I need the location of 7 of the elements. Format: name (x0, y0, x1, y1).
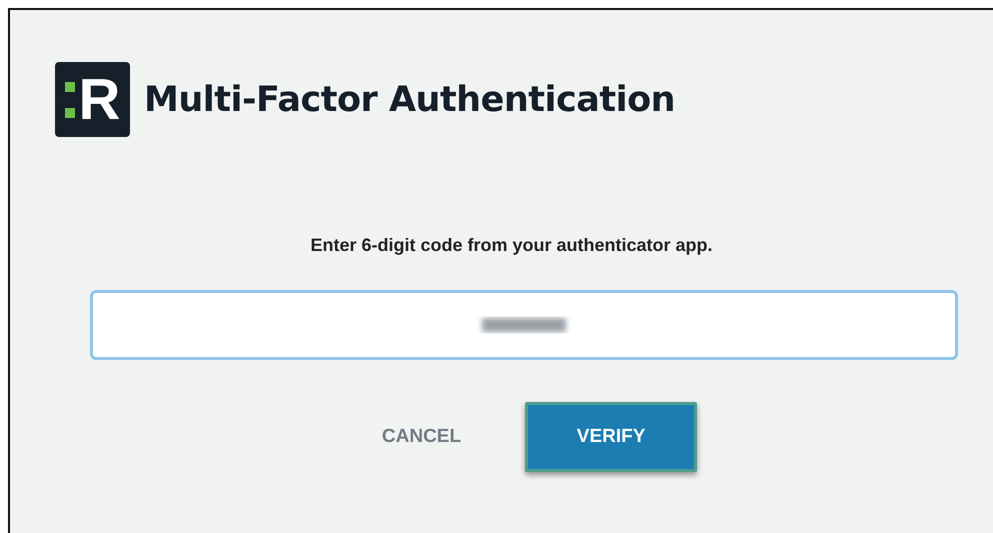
dots-icon (64, 80, 75, 120)
logo-letter: R (78, 70, 120, 128)
page-title: Multi-Factor Authentication (144, 80, 676, 120)
instruction-text: Enter 6-digit code from your authenticator app. (309, 235, 714, 256)
verify-button[interactable]: VERIFY (525, 402, 698, 472)
code-input-field[interactable] (90, 290, 958, 360)
cancel-button[interactable]: CANCEL (376, 422, 468, 452)
